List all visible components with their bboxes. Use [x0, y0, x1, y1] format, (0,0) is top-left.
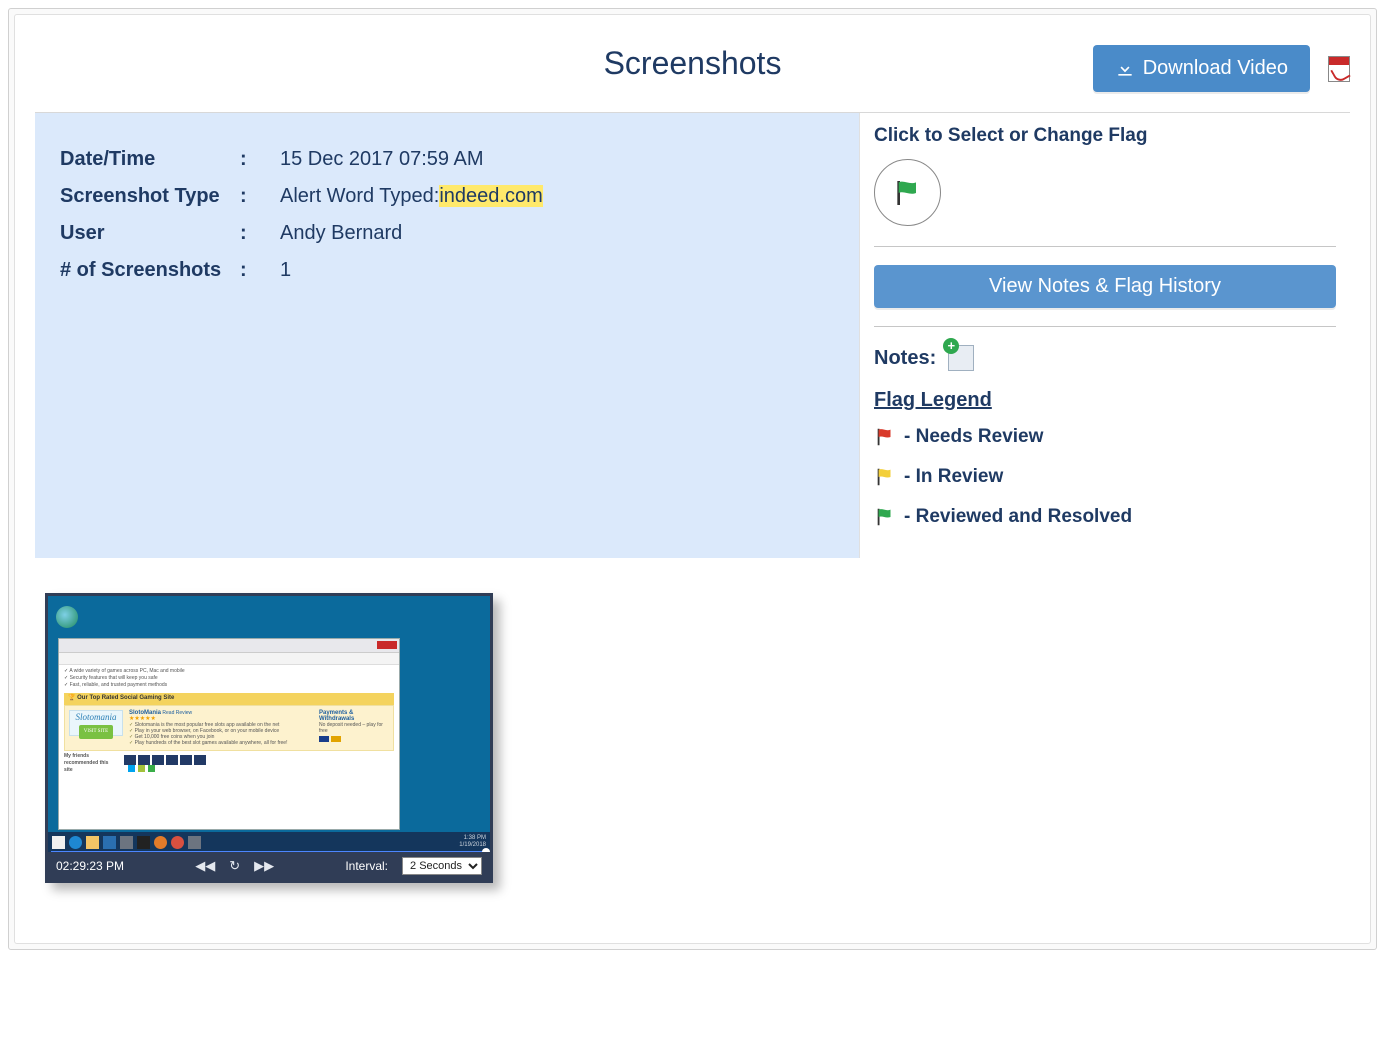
thumb-time: 02:29:23 PM — [56, 859, 124, 873]
meta-row-type: Screenshot Type : Alert Word Typed:indee… — [60, 185, 834, 208]
header-row: Screenshots Download Video — [35, 35, 1350, 113]
taskbar-folder-icon — [86, 836, 99, 849]
flag-select-label: Click to Select or Change Flag — [874, 125, 1336, 147]
meta-label-user: User — [60, 222, 240, 245]
thumb-mid-checks: Slotomania is the most popular free slot… — [129, 722, 313, 746]
rewind-icon[interactable]: ◀◀ — [195, 858, 215, 874]
thumb-small-previews — [124, 755, 206, 765]
type-highlight: indeed.com — [439, 185, 542, 207]
meta-value-datetime: 15 Dec 2017 07:59 AM — [280, 148, 834, 171]
taskbar-misc-icon — [120, 836, 133, 849]
type-prefix: Alert Word Typed: — [280, 185, 439, 207]
taskbar-dark-icon — [137, 836, 150, 849]
notes-label: Notes: — [874, 347, 936, 370]
meta-value-user: Andy Bernard — [280, 222, 834, 245]
page-title: Screenshots — [604, 45, 782, 82]
taskbar-mail-icon — [103, 836, 116, 849]
thumb-card-right: Payments & Withdrawals No deposit needed… — [319, 710, 389, 746]
taskbar-windows-icon — [52, 836, 65, 849]
pdf-icon[interactable] — [1328, 56, 1350, 82]
view-history-button[interactable]: View Notes & Flag History — [874, 265, 1336, 308]
interval-label: Interval: — [345, 859, 388, 873]
thumb-rec-title: My friends recommended this site — [64, 753, 118, 774]
legend-item-yellow: - In Review — [874, 466, 1336, 488]
inner-panel: Screenshots Download Video Date/Time : — [14, 14, 1371, 944]
thumb-desktop-app-icon — [56, 606, 78, 628]
outer-panel: Screenshots Download Video Date/Time : — [8, 8, 1377, 950]
flag-icon-green — [892, 177, 924, 209]
thumb-platform-icons — [128, 765, 155, 772]
notes-row: Notes: — [874, 345, 1336, 371]
separator-2 — [874, 326, 1336, 327]
meta-value-type: Alert Word Typed:indeed.com — [280, 185, 834, 208]
metadata-panel: Date/Time : 15 Dec 2017 07:59 AM Screens… — [35, 113, 860, 558]
thumb-card-mid: SlotoMania Read Review ★★★★★ Slotomania … — [129, 710, 313, 746]
download-icon — [1115, 59, 1135, 79]
content-row: Date/Time : 15 Dec 2017 07:59 AM Screens… — [35, 113, 1350, 558]
taskbar-app-icon — [188, 836, 201, 849]
thumb-browser-window: A wide variety of games across PC, Mac a… — [58, 638, 400, 830]
legend-text-yellow: - In Review — [904, 466, 1003, 488]
add-note-icon[interactable] — [948, 345, 974, 371]
thumb-visit-btn: VISIT SITE — [79, 725, 114, 739]
refresh-icon[interactable]: ↻ — [229, 858, 240, 874]
metadata-table: Date/Time : 15 Dec 2017 07:59 AM Screens… — [60, 148, 834, 282]
thumb-taskbar: 1:38 PM 1/19/2018 — [48, 832, 490, 852]
thumb-url-bar — [59, 653, 399, 665]
thumb-banner: 🏆 Our Top Rated Social Gaming Site — [64, 693, 394, 705]
meta-row-user: User : Andy Bernard — [60, 222, 834, 245]
flag-icon-red — [874, 426, 896, 448]
screenshot-thumbnail[interactable]: A wide variety of games across PC, Mac a… — [45, 593, 493, 883]
flag-icon-green-legend — [874, 506, 896, 528]
meta-label-type: Screenshot Type — [60, 185, 240, 208]
thumb-logo: Slotomania VISIT SITE — [69, 710, 123, 736]
taskbar-firefox-icon — [154, 836, 167, 849]
flag-panel: Click to Select or Change Flag View Note… — [860, 113, 1350, 558]
taskbar-time: 1:38 PM 1/19/2018 — [459, 835, 486, 849]
meta-label-count: # of Screenshots — [60, 259, 240, 282]
legend-item-red: - Needs Review — [874, 426, 1336, 448]
meta-label-datetime: Date/Time — [60, 148, 240, 171]
flag-selector[interactable] — [874, 159, 941, 226]
legend-title: Flag Legend — [874, 389, 1336, 412]
taskbar-ie-icon — [69, 836, 82, 849]
taskbar-chrome-icon — [171, 836, 184, 849]
separator-1 — [874, 246, 1336, 247]
thumb-pay-icons — [319, 736, 389, 742]
interval-select[interactable]: 2 Seconds — [402, 857, 482, 875]
legend-item-green: - Reviewed and Resolved — [874, 506, 1336, 528]
legend-text-green: - Reviewed and Resolved — [904, 506, 1132, 528]
thumbnails-area: A wide variety of games across PC, Mac a… — [35, 558, 1350, 923]
thumb-controls: 02:29:23 PM ◀◀ ↻ ▶▶ Interval: 2 Seconds — [48, 852, 490, 880]
thumb-window-chrome — [59, 639, 399, 653]
thumb-top-checks: A wide variety of games across PC, Mac a… — [64, 668, 394, 689]
header-actions: Download Video — [1093, 45, 1350, 92]
thumb-page-body: A wide variety of games across PC, Mac a… — [59, 665, 399, 777]
thumb-card: Slotomania VISIT SITE SlotoMania Read Re… — [64, 705, 394, 751]
meta-row-count: # of Screenshots : 1 — [60, 259, 834, 282]
legend-text-red: - Needs Review — [904, 426, 1043, 448]
meta-row-datetime: Date/Time : 15 Dec 2017 07:59 AM — [60, 148, 834, 171]
download-video-button[interactable]: Download Video — [1093, 45, 1310, 92]
flag-icon-yellow — [874, 466, 896, 488]
forward-icon[interactable]: ▶▶ — [254, 858, 274, 874]
download-video-label: Download Video — [1143, 57, 1288, 80]
meta-value-count: 1 — [280, 259, 834, 282]
